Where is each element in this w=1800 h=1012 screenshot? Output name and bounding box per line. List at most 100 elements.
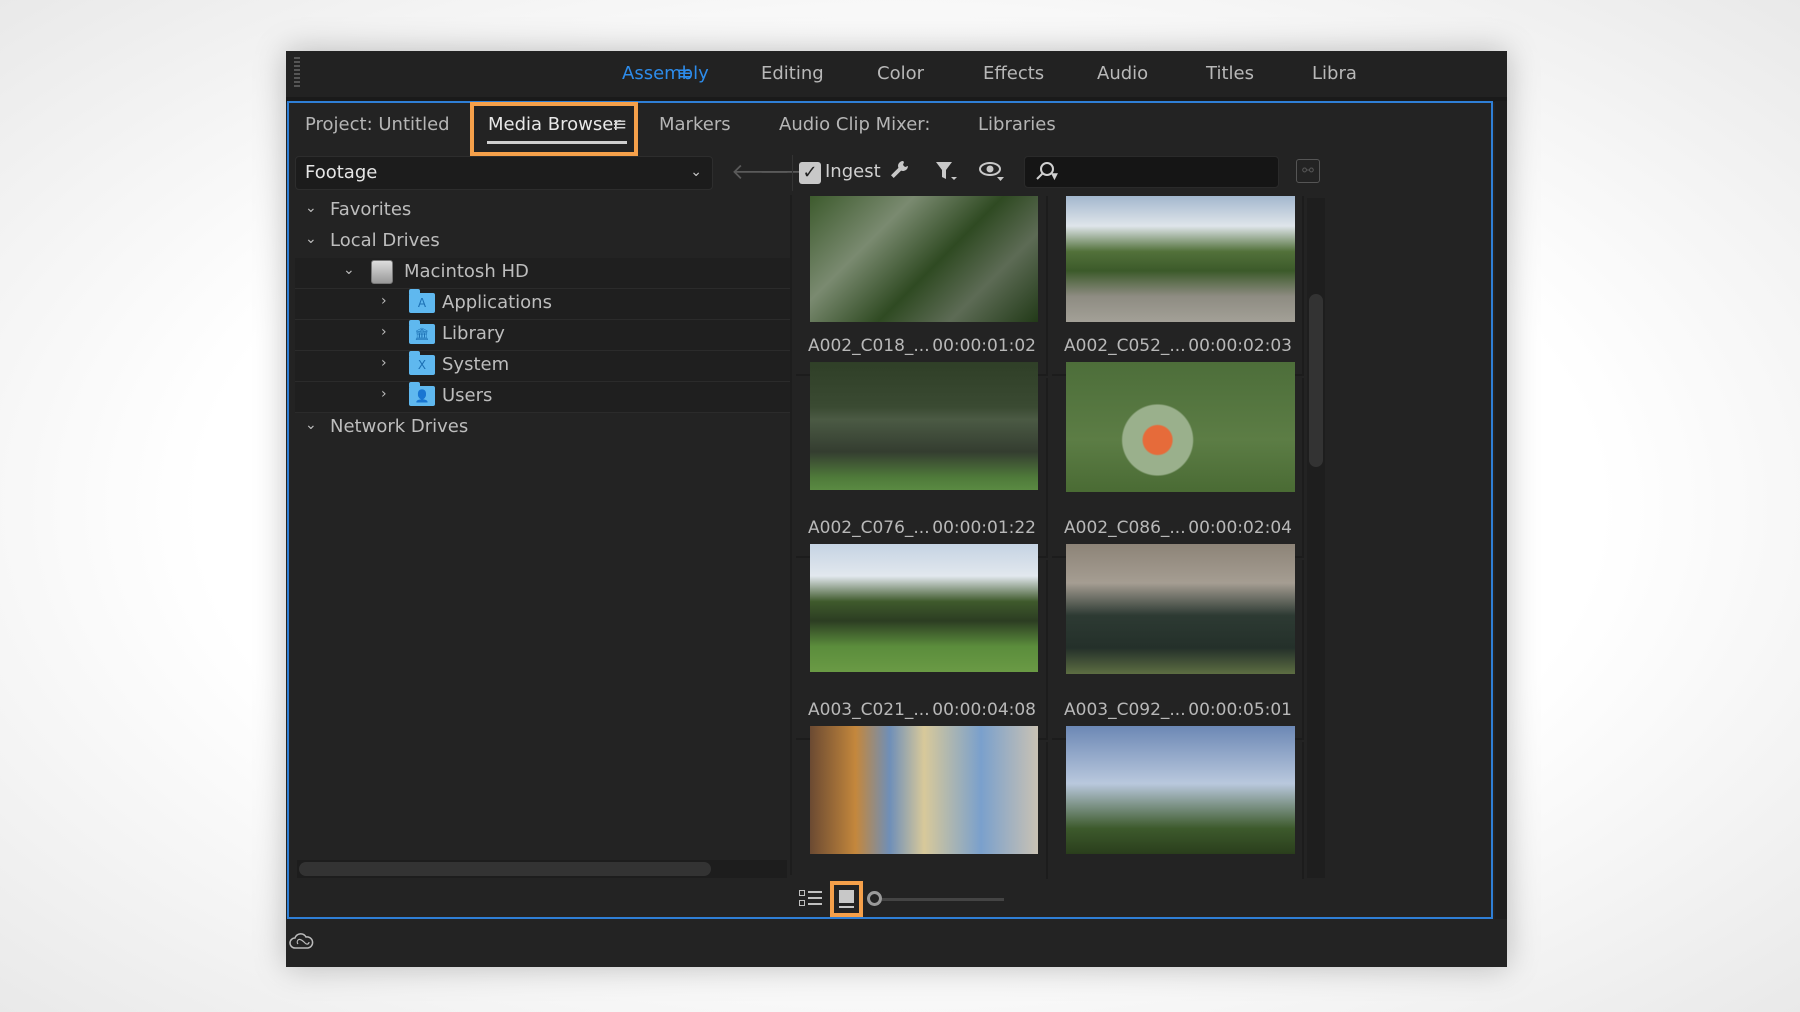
workspace-tab-color[interactable]: Color [877, 63, 924, 84]
workspace-tab-titles[interactable]: Titles [1206, 63, 1254, 84]
clip-duration: 00:00:01:02 [932, 336, 1036, 356]
clip-thumbnail[interactable] [1052, 726, 1304, 879]
search-options-caret-icon[interactable]: ▼ [1051, 172, 1058, 182]
clip-thumbnail[interactable]: A002_C076_... 00:00:01:22 [796, 362, 1048, 558]
clip-grid: A002_C018_... 00:00:01:02 A002_C052_... … [796, 196, 1304, 879]
list-view-icon[interactable] [799, 890, 823, 908]
clip-thumbnail[interactable]: A003_C021_... 00:00:04:08 [796, 544, 1048, 740]
ingest-checkbox[interactable]: ✓ [799, 162, 821, 184]
view-controls [289, 879, 1491, 919]
chevron-right-icon[interactable]: › [381, 355, 387, 371]
tree-item-system[interactable]: › X System [295, 351, 790, 382]
clip-name: A002_C052_... [1064, 336, 1186, 356]
chevron-down-icon[interactable]: ⌄ [343, 262, 355, 278]
horizontal-scrollbar[interactable] [297, 860, 787, 878]
tree-item-users[interactable]: › 👤 Users [295, 382, 790, 413]
library-folder-icon: 🏛 [409, 320, 435, 344]
chevron-down-icon[interactable]: ⌄ [305, 231, 317, 247]
workspace-menu-icon[interactable]: ≡ [677, 63, 692, 84]
hard-drive-icon [371, 260, 393, 284]
chevron-down-icon[interactable]: ⌄ [305, 200, 317, 216]
tree-item-local-drives[interactable]: ⌄ Local Drives [295, 227, 790, 258]
tab-markers[interactable]: Markers [659, 114, 731, 135]
workspace-tab-audio[interactable]: Audio [1097, 63, 1148, 84]
zoom-slider[interactable] [882, 898, 1004, 901]
thumbnail-view-icon [839, 890, 854, 903]
location-dropdown[interactable]: Footage ⌄ [295, 156, 713, 190]
browser-toolbar: Footage ⌄ 🡐 🡒 ✓ Ingest ▼ ⚯ [289, 151, 1491, 195]
chevron-right-icon[interactable]: › [381, 293, 387, 309]
eye-icon[interactable] [979, 159, 1005, 188]
panel-edge [1495, 101, 1507, 919]
workspace-bar: Assembly ≡ Editing Color Effects Audio T… [286, 51, 1507, 97]
tab-highlight [470, 102, 638, 156]
premiere-window: Assembly ≡ Editing Color Effects Audio T… [286, 51, 1507, 967]
folder-tree: ⌄ Favorites ⌄ Local Drives ⌄ Macintosh H… [295, 196, 790, 796]
clip-preview [1066, 544, 1295, 674]
clip-preview [810, 362, 1038, 490]
chevron-down-icon[interactable]: ⌄ [305, 417, 317, 433]
clip-duration: 00:00:02:04 [1188, 518, 1292, 538]
tree-item-applications[interactable]: › A Applications [295, 289, 790, 320]
scrollbar-thumb[interactable] [1309, 294, 1323, 467]
clip-thumbnail[interactable]: A002_C086_... 00:00:02:04 [1052, 362, 1304, 558]
status-bar [286, 922, 1507, 967]
dropdown-value: Footage [305, 162, 378, 183]
system-folder-icon: X [409, 351, 435, 375]
thumbnail-view-button[interactable] [830, 881, 863, 917]
chevron-right-icon[interactable]: › [381, 386, 387, 402]
drag-grip[interactable] [294, 57, 300, 89]
tree-label: Library [442, 323, 505, 344]
workspace-tab-effects[interactable]: Effects [983, 63, 1044, 84]
applications-folder-icon: A [409, 289, 435, 313]
clip-preview [810, 196, 1038, 322]
vertical-scrollbar[interactable] [1307, 198, 1325, 878]
clip-thumbnail[interactable] [796, 726, 1048, 879]
workspace-tab-libraries[interactable]: Libra [1312, 63, 1357, 84]
media-browser-panel: Project: Untitled Media Browser ≡ Marker… [287, 101, 1493, 919]
tree-label: Applications [442, 292, 552, 313]
tree-label: Network Drives [330, 416, 469, 437]
clip-duration: 00:00:05:01 [1188, 700, 1292, 720]
toolbar-divider [792, 155, 793, 191]
tree-item-library[interactable]: › 🏛 Library [295, 320, 790, 351]
clip-thumbnail[interactable]: A002_C052_... 00:00:02:03 [1052, 196, 1304, 376]
clip-duration: 00:00:04:08 [932, 700, 1036, 720]
ingest-label: Ingest [825, 161, 881, 182]
workspace-tab-assembly[interactable]: Assembly [622, 63, 709, 84]
zoom-slider-handle[interactable] [867, 891, 882, 906]
chevron-right-icon[interactable]: › [381, 324, 387, 340]
scrollbar-thumb[interactable] [299, 862, 711, 876]
creative-cloud-icon[interactable] [289, 932, 315, 952]
pane-divider[interactable] [790, 195, 792, 875]
clip-name: A002_C076_... [808, 518, 930, 538]
clip-duration: 00:00:01:22 [932, 518, 1036, 538]
clip-preview [810, 544, 1038, 672]
panel-tabs: Project: Untitled Media Browser ≡ Marker… [289, 102, 1491, 156]
clip-preview [810, 726, 1038, 854]
clip-name: A003_C021_... [808, 700, 930, 720]
tree-item-macintosh-hd[interactable]: ⌄ Macintosh HD [295, 258, 790, 289]
clip-thumbnail[interactable]: A002_C018_... 00:00:01:02 [796, 196, 1048, 376]
clip-name: A003_C092_... [1064, 700, 1186, 720]
filter-icon[interactable] [934, 159, 958, 188]
tree-label: Local Drives [330, 230, 440, 251]
tree-item-favorites[interactable]: ⌄ Favorites [295, 196, 790, 227]
wrench-icon[interactable] [889, 159, 911, 186]
clip-name: A002_C086_... [1064, 518, 1186, 538]
tree-item-network-drives[interactable]: ⌄ Network Drives [295, 413, 790, 444]
workspace-tab-editing[interactable]: Editing [761, 63, 824, 84]
search-input[interactable]: ▼ [1024, 156, 1279, 188]
tab-audio-clip-mixer[interactable]: Audio Clip Mixer: [779, 114, 930, 135]
link-media-icon[interactable]: ⚯ [1296, 159, 1320, 183]
clip-thumbnail[interactable]: A003_C092_... 00:00:05:01 [1052, 544, 1304, 740]
tree-label: Users [442, 385, 493, 406]
tree-label: Macintosh HD [404, 261, 529, 282]
clip-duration: 00:00:02:03 [1188, 336, 1292, 356]
tree-label: Favorites [330, 199, 412, 220]
tab-project[interactable]: Project: Untitled [305, 114, 450, 135]
tree-label: System [442, 354, 510, 375]
clip-preview [1066, 196, 1295, 322]
chevron-down-icon: ⌄ [690, 164, 702, 180]
tab-libraries[interactable]: Libraries [978, 114, 1056, 135]
